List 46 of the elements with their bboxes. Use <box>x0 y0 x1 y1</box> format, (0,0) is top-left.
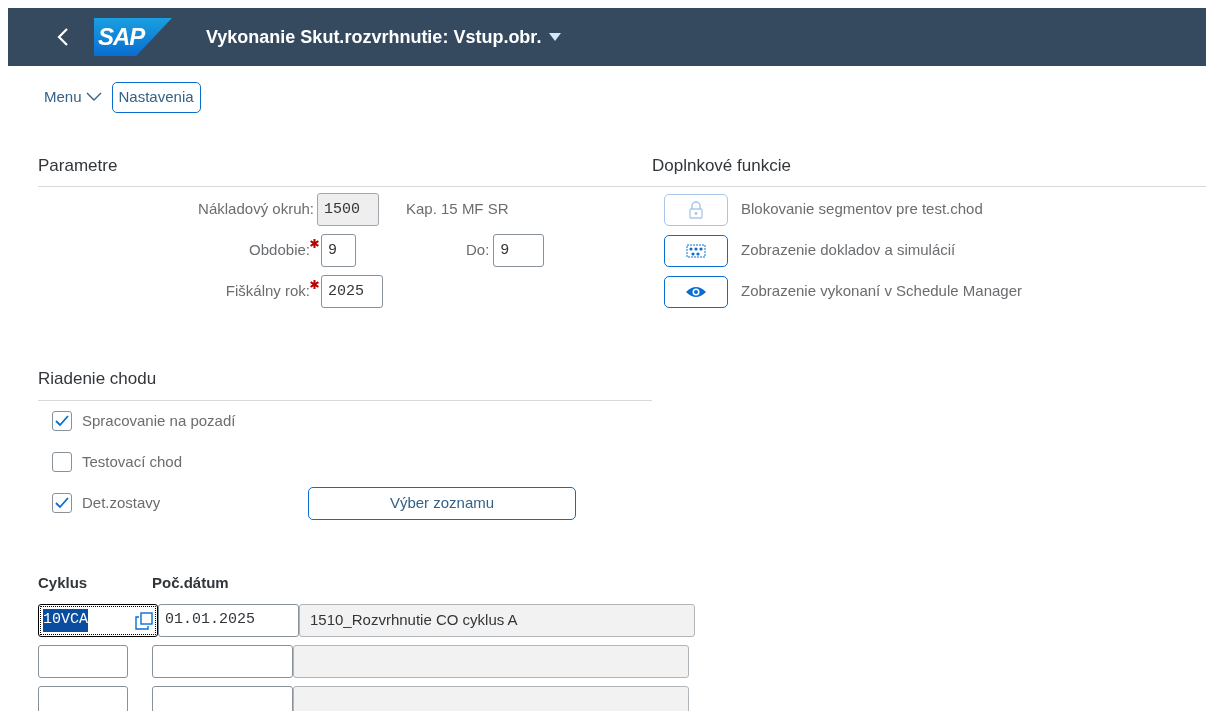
function-label: Zobrazenie dokladov a simulácií <box>741 240 956 261</box>
description-field: 1510_Rozvrhnutie CO cyklus A <box>299 604 695 637</box>
settings-button[interactable]: Nastavenia <box>111 82 201 113</box>
column-header: Cyklus <box>38 572 89 593</box>
section-title: Doplnkové funkcie <box>652 152 1206 187</box>
checkbox[interactable] <box>52 411 72 431</box>
input-field[interactable] <box>152 645 293 678</box>
copy-icon <box>135 611 153 630</box>
column-header: Poč.dátum <box>152 572 229 593</box>
input-field[interactable]: 9 <box>493 234 545 267</box>
function-label: Blokovanie segmentov pre test.chod <box>741 199 983 220</box>
field-label: Nákladový okruh: <box>197 199 315 220</box>
input-field[interactable] <box>38 686 128 711</box>
checkbox[interactable] <box>52 493 72 513</box>
input-field[interactable]: 01.01.2025 <box>158 604 299 637</box>
checkbox-label: Spracovanie na pozadí <box>82 410 236 431</box>
input-field[interactable]: 10VCA <box>38 604 158 637</box>
abacus-icon <box>686 244 706 257</box>
field-label: Obdobie: <box>248 240 310 261</box>
eye-icon <box>686 286 706 297</box>
menu-button[interactable]: Menu <box>44 86 102 109</box>
input-field[interactable] <box>38 645 128 678</box>
function-label: Zobrazenie vykonaní v Schedule Manager <box>741 281 1022 302</box>
input-field[interactable] <box>152 686 293 711</box>
section-title: Riadenie chodu <box>38 366 652 401</box>
chevron-down-icon <box>85 92 102 103</box>
list-selection-button[interactable]: Výber zoznamu <box>308 486 576 520</box>
field-label: Do: <box>466 240 491 261</box>
logo: SAP <box>94 18 172 56</box>
lock-icon <box>689 200 703 219</box>
section-title: Parametre <box>38 152 652 187</box>
checkbox[interactable] <box>52 452 72 472</box>
check-icon <box>55 415 69 427</box>
input-field[interactable]: 1500 <box>317 193 379 226</box>
function-button[interactable] <box>664 275 728 308</box>
checkbox-label: Testovací chod <box>82 451 183 472</box>
input-field[interactable]: 2025 <box>321 275 383 308</box>
checkbox-label: Det.zostavy <box>82 492 161 513</box>
title-dropdown[interactable]: Vykonanie Skut.rozvrhnutie: Vstup.obr. <box>200 22 568 52</box>
description-text: Kap. 15 MF SR <box>406 199 509 220</box>
function-button[interactable] <box>664 234 728 267</box>
check-icon <box>55 497 69 509</box>
chevron-left-icon <box>57 27 69 47</box>
input-field[interactable]: 9 <box>321 234 356 267</box>
caret-icon <box>549 33 562 41</box>
field-label: Fiškálny rok: <box>224 281 310 302</box>
